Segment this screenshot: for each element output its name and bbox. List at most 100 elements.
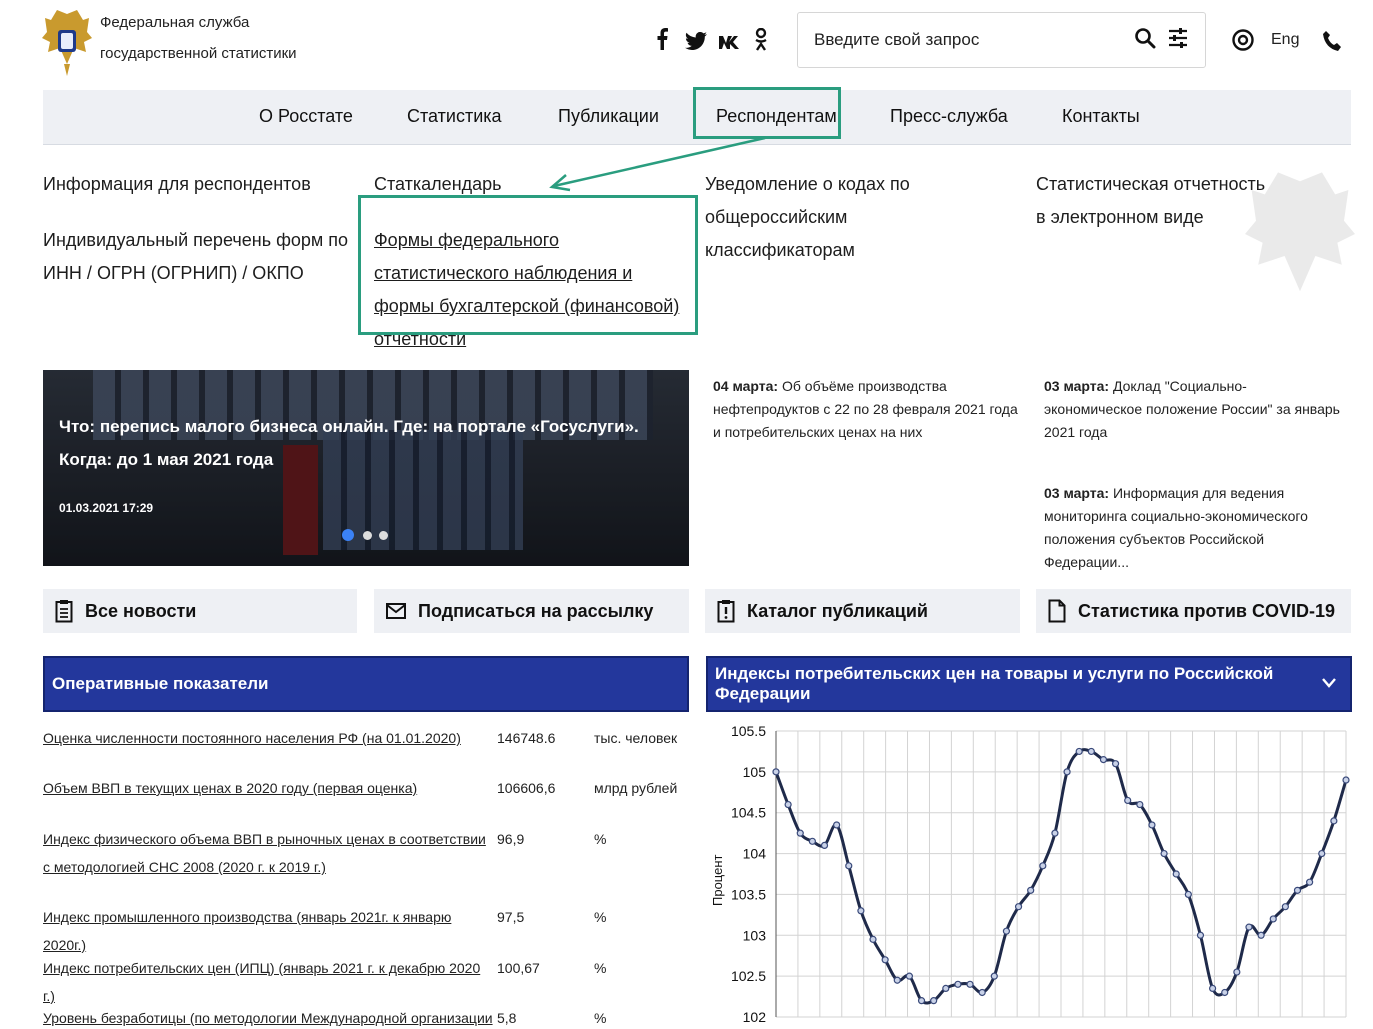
indicator-name[interactable]: Оценка численности постоянного населения… <box>43 724 483 752</box>
publications-catalog-label: Каталог публикаций <box>747 600 929 621</box>
chart-data-point <box>1342 776 1350 784</box>
chart-data-point <box>1111 760 1120 768</box>
nav-item-contacts[interactable]: Контакты <box>1062 106 1140 127</box>
chart-data-point <box>1208 984 1217 992</box>
covid-stats-button[interactable]: Статистика против COVID-19 <box>1036 589 1351 633</box>
chart-data-point <box>1306 878 1314 886</box>
chart-data-point <box>905 972 914 980</box>
language-switch[interactable]: Eng <box>1271 31 1299 49</box>
chart-y-tick-label: 103 <box>743 927 767 943</box>
indicator-name[interactable]: Уровень безработицы (по методологии Межд… <box>43 1004 493 1029</box>
dd-highlight-frame <box>358 195 698 335</box>
news-item[interactable]: 03 марта: Информация для ведения монитор… <box>1044 482 1349 574</box>
dd-info-for-respondents[interactable]: Информация для респондентов <box>43 168 363 201</box>
chart-data-point <box>869 935 877 943</box>
chart-y-tick-label: 104 <box>743 846 767 862</box>
nav-item-statistics[interactable]: Статистика <box>407 106 502 127</box>
search-input[interactable] <box>814 30 1114 50</box>
chart-data-point <box>954 980 962 988</box>
phone-icon[interactable] <box>1322 30 1342 57</box>
indicator-unit: тыс. человек <box>594 730 678 746</box>
subscribe-label: Подписаться на рассылку <box>418 600 654 621</box>
chart-y-tick-label: 102.5 <box>731 968 766 984</box>
chart-data-point <box>1330 817 1338 825</box>
nav-item-about[interactable]: О Росстате <box>259 106 353 127</box>
news-item[interactable]: 04 марта: Об объёме производства нефтепр… <box>713 375 1018 444</box>
chart-data-point <box>942 984 950 992</box>
chart-y-ticks: 102 102.5 103 103.5 104 104.5 105 105.5 <box>731 723 766 1025</box>
chevron-down-icon[interactable] <box>1322 678 1336 688</box>
search-icon[interactable] <box>1134 27 1156 54</box>
covid-stats-label: Статистика против COVID-19 <box>1078 600 1336 621</box>
catalog-alert-icon <box>717 600 735 623</box>
indicator-name[interactable]: Индекс физического объема ВВП в рыночных… <box>43 825 493 881</box>
all-news-label: Все новости <box>85 600 197 621</box>
chart-data-point <box>1293 886 1302 894</box>
chart-data-point <box>917 997 926 1005</box>
chart-data-point <box>1002 927 1011 935</box>
news-date: 03 марта: <box>1044 485 1110 501</box>
indicator-name[interactable]: Индекс потребительских цен (ИПЦ) (январь… <box>43 954 483 1010</box>
chart-data-point <box>1099 755 1108 764</box>
filter-settings-icon[interactable] <box>1167 26 1189 55</box>
chart-data-point <box>1160 849 1168 858</box>
chart-data-point <box>784 800 792 809</box>
chart-data-point <box>1221 988 1229 997</box>
cpi-panel-header[interactable]: Индексы потребительских цен на товары и … <box>706 656 1352 712</box>
search-box <box>797 12 1206 68</box>
news-item[interactable]: 03 марта: Доклад "Социально-экономическо… <box>1044 375 1344 444</box>
slider-dot-2[interactable] <box>363 531 372 540</box>
org-name-line2: государственной статистики <box>100 45 297 62</box>
nav-item-publications[interactable]: Публикации <box>558 106 659 127</box>
org-name-line1: Федеральная служба <box>100 14 250 31</box>
slider-dot-1[interactable] <box>342 529 354 541</box>
callout-arrow <box>549 136 766 192</box>
indicator-name[interactable]: Объем ВВП в текущих ценах в 2020 году (п… <box>43 774 483 802</box>
slider-headline[interactable]: Что: перепись малого бизнеса онлайн. Где… <box>59 410 684 476</box>
chart-data-point <box>1257 931 1265 939</box>
twitter-icon[interactable] <box>685 30 707 56</box>
indicator-value: 96,9 <box>497 831 525 847</box>
subscribe-button[interactable]: Подписаться на рассылку <box>374 589 689 633</box>
chart-data-point <box>930 997 938 1005</box>
chart-data-point <box>1027 886 1035 894</box>
nav-item-press[interactable]: Пресс-служба <box>890 106 1008 127</box>
chart-data-point <box>978 988 986 997</box>
cpi-panel-title: Индексы потребительских цен на товары и … <box>715 664 1274 703</box>
chart-data-point <box>808 837 816 845</box>
indicators-panel-header: Оперативные показатели <box>43 656 689 712</box>
rosstat-logo[interactable] <box>42 8 92 78</box>
news-slider[interactable]: Что: перепись малого бизнеса онлайн. Где… <box>43 370 689 566</box>
chart-y-axis-label: Процент <box>710 854 725 906</box>
chart-data-point <box>1136 800 1144 809</box>
dd-electronic-reporting[interactable]: Статистическая отчетность в электронном … <box>1036 168 1276 234</box>
indicator-unit: % <box>594 831 607 847</box>
chart-data-point <box>1124 796 1132 805</box>
chart-data-point <box>796 829 804 837</box>
slider-dot-3[interactable] <box>379 531 388 540</box>
indicator-unit: % <box>594 909 607 925</box>
indicator-name[interactable]: Индекс промышленного производства (январ… <box>43 903 483 959</box>
indicator-value: 106606,6 <box>497 780 556 796</box>
envelope-icon <box>386 603 406 619</box>
vk-icon[interactable] <box>718 30 742 56</box>
document-icon <box>1048 599 1066 623</box>
chart-y-tick-label: 103.5 <box>731 886 766 902</box>
chart-data-point <box>893 976 901 984</box>
accessibility-eye-icon[interactable] <box>1231 29 1255 56</box>
chart-data-point <box>833 821 841 829</box>
all-news-button[interactable]: Все новости <box>43 589 357 633</box>
chart-data-point <box>1318 849 1326 858</box>
chart-y-tick-label: 105 <box>743 764 767 780</box>
chart-data-point <box>1172 870 1180 878</box>
dd-individual-forms-list[interactable]: Индивидуальный перечень форм по ИНН / ОГ… <box>43 224 361 290</box>
chart-data-point <box>1245 923 1253 931</box>
odnoklassniki-icon[interactable] <box>754 27 768 58</box>
publications-catalog-button[interactable]: Каталог публикаций <box>705 589 1020 633</box>
chart-data-point <box>1184 890 1192 899</box>
clipboard-icon <box>55 600 73 623</box>
chart-data-point <box>1269 915 1277 923</box>
chart-data-point <box>1014 903 1023 911</box>
facebook-icon[interactable] <box>656 28 668 56</box>
chart-data-point <box>857 907 865 915</box>
